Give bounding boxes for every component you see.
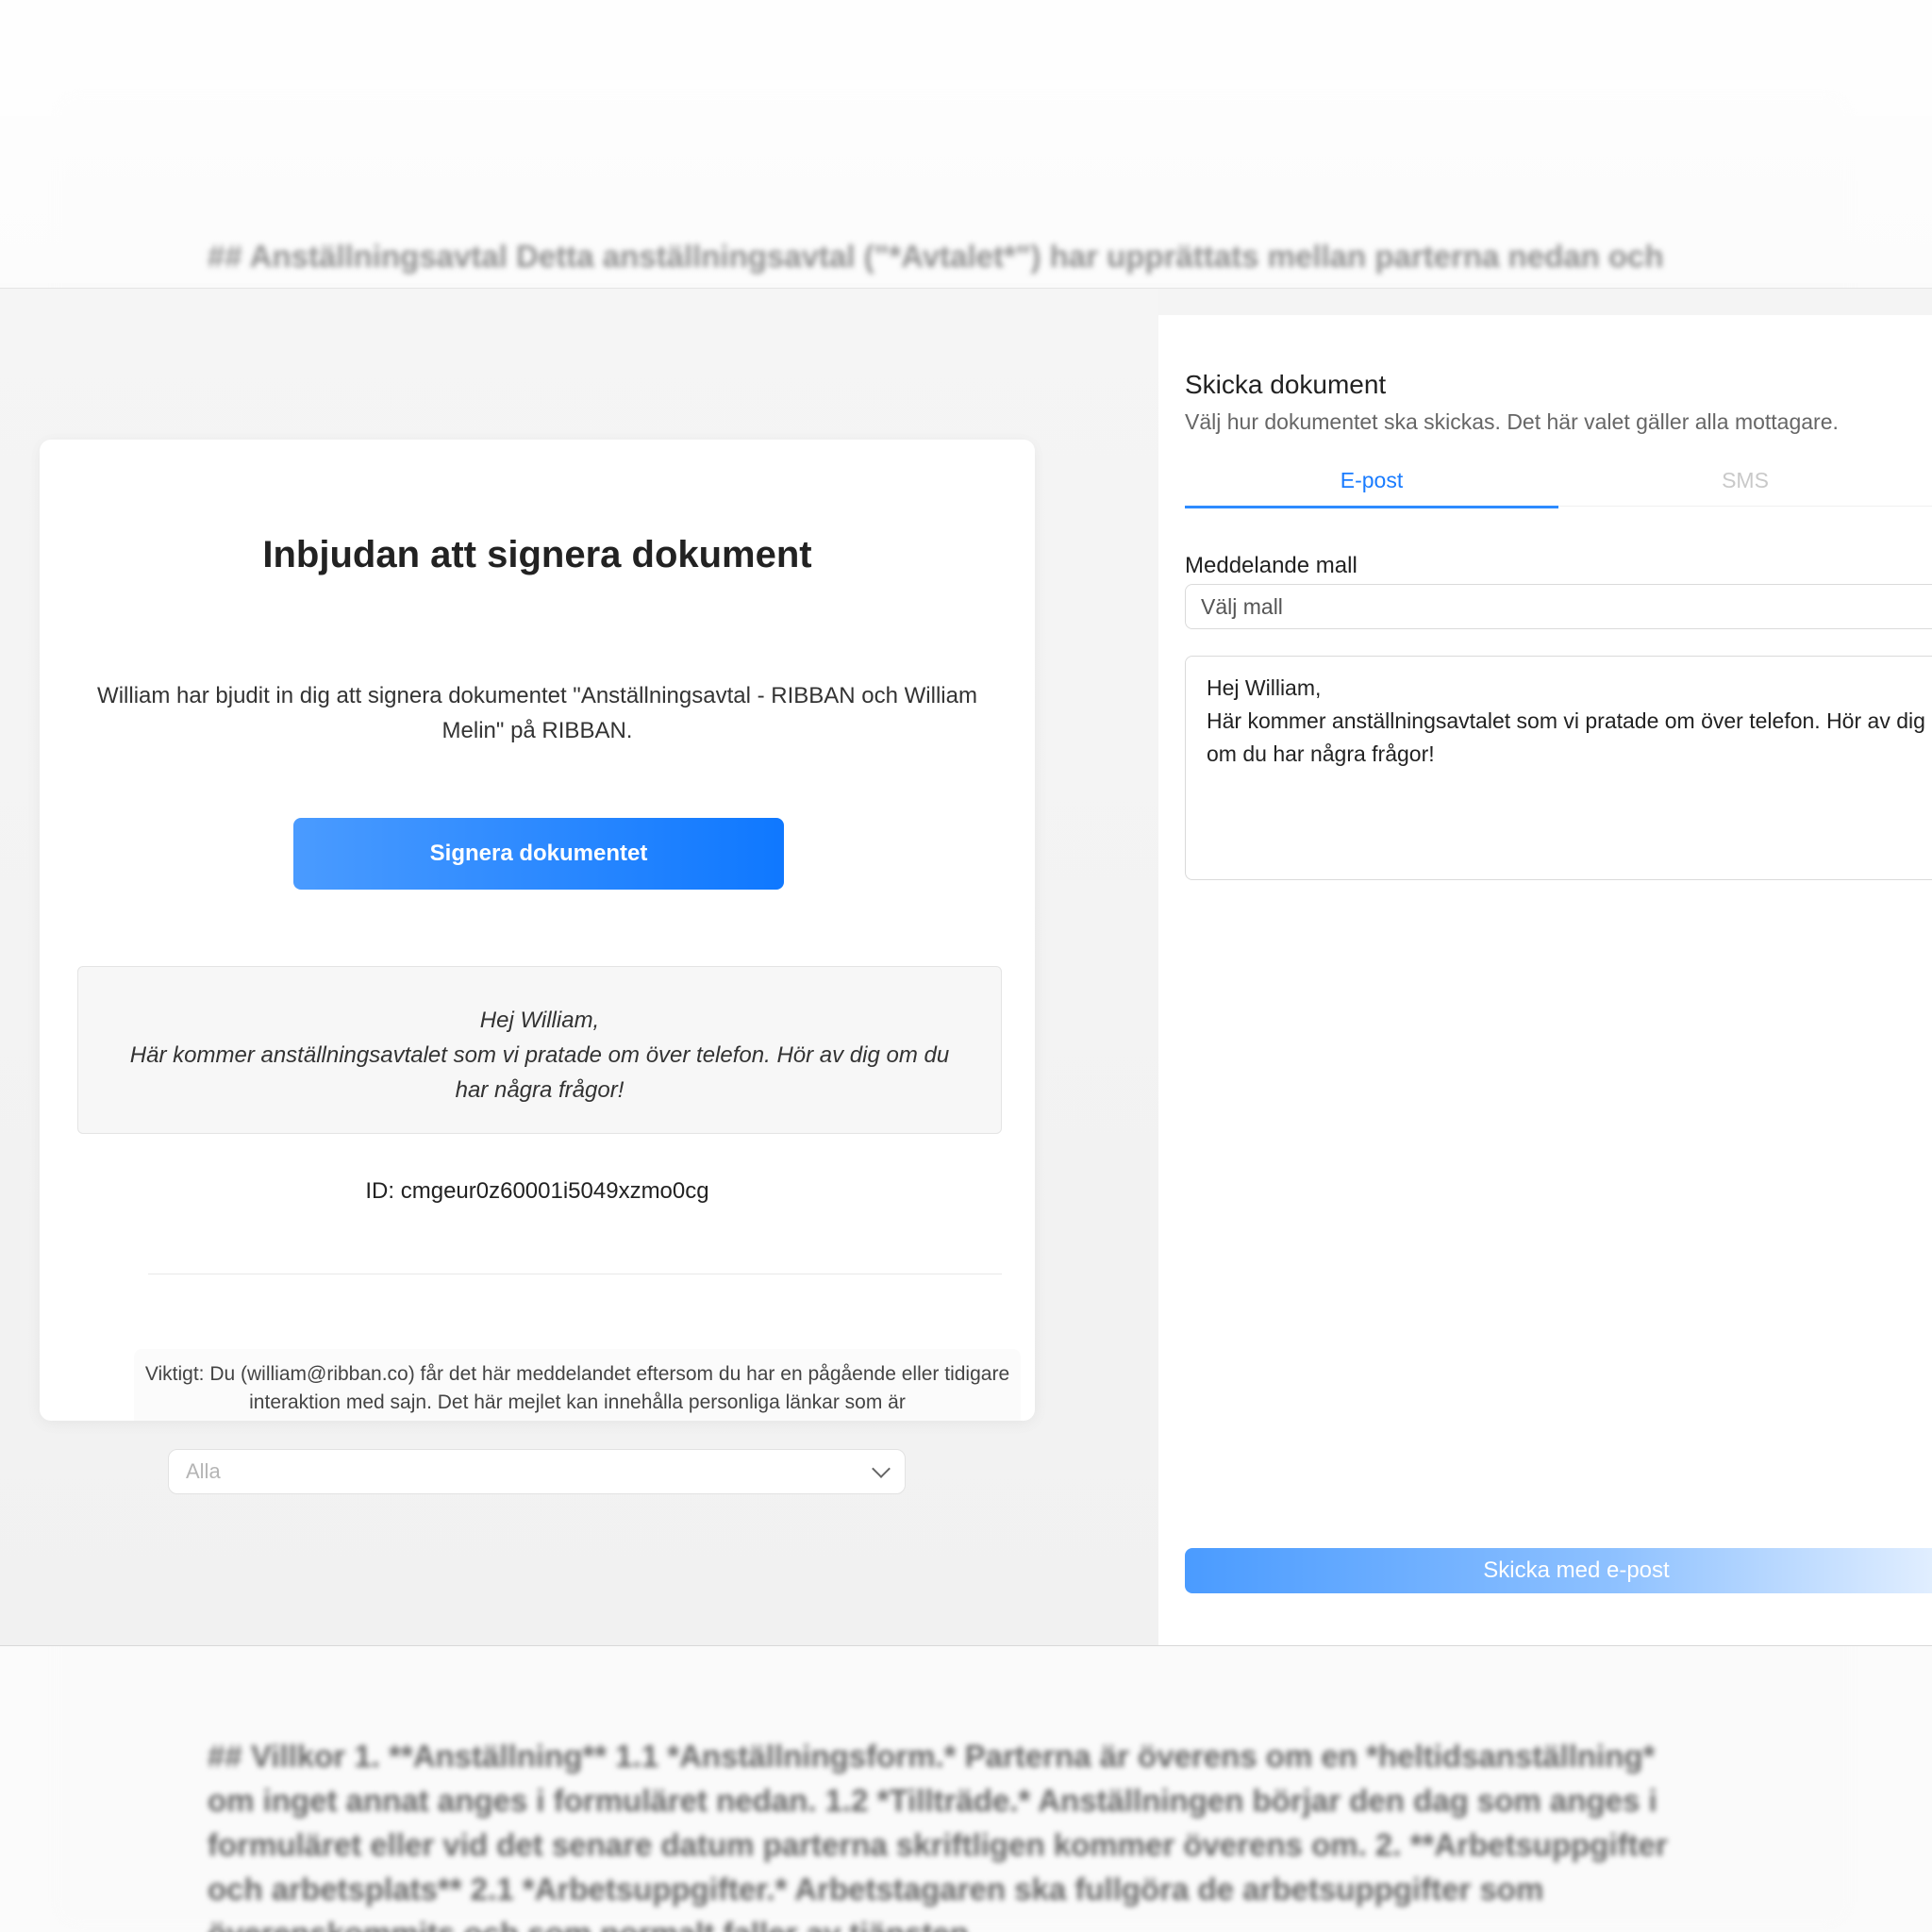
message-textarea[interactable]: Hej William, Här kommer anställningsavta… bbox=[1185, 656, 1932, 880]
email-notice: Viktigt: Du (william@ribban.co) får det … bbox=[134, 1349, 1021, 1421]
email-preview-pane: Inbjudan att signera dokument William ha… bbox=[0, 289, 1158, 1645]
email-message-text: Hej William, Här kommer anställningsavta… bbox=[129, 1008, 950, 1103]
email-intro-text: William har bjudit in dig att signera do… bbox=[97, 683, 977, 743]
background-document-heading: ## Anställningsavtal Detta anställningsa… bbox=[208, 239, 1664, 274]
template-select[interactable]: Välj mall bbox=[1185, 584, 1932, 629]
send-document-modal: Inbjudan att signera dokument William ha… bbox=[0, 288, 1932, 1646]
email-title: Inbjudan att signera dokument bbox=[262, 534, 812, 575]
send-settings-pane: Skicka dokument Välj hur dokumentet ska … bbox=[1158, 315, 1932, 1645]
document-id: ID: cmgeur0z60001i5049xzmo0cg bbox=[365, 1178, 709, 1204]
chevron-down-icon bbox=[872, 1459, 891, 1478]
email-preview-card: Inbjudan att signera dokument William ha… bbox=[40, 440, 1035, 1421]
template-select-placeholder: Välj mall bbox=[1201, 593, 1283, 619]
panel-title: Skicka dokument bbox=[1185, 370, 1387, 399]
app-root: ## Anställningsavtal Detta anställningsa… bbox=[0, 0, 1932, 1932]
panel-subtitle: Välj hur dokumentet ska skickas. Det här… bbox=[1185, 409, 1839, 434]
email-message-box: Hej William, Här kommer anställningsavta… bbox=[77, 966, 1002, 1134]
recipient-filter-select[interactable]: Alla bbox=[168, 1449, 906, 1494]
template-label: Meddelande mall bbox=[1185, 553, 1357, 578]
sign-document-button[interactable]: Signera dokumentet bbox=[293, 818, 784, 890]
recipient-filter-value: Alla bbox=[186, 1459, 221, 1483]
tab-email[interactable]: E-post bbox=[1185, 455, 1558, 508]
send-email-button[interactable]: Skicka med e-post bbox=[1185, 1548, 1932, 1593]
background-document-text: ## Villkor 1. **Anställning** 1.1 *Anstä… bbox=[208, 1739, 1668, 1932]
send-method-tabs: E-post SMS bbox=[1185, 455, 1932, 508]
tab-sms[interactable]: SMS bbox=[1558, 455, 1932, 507]
